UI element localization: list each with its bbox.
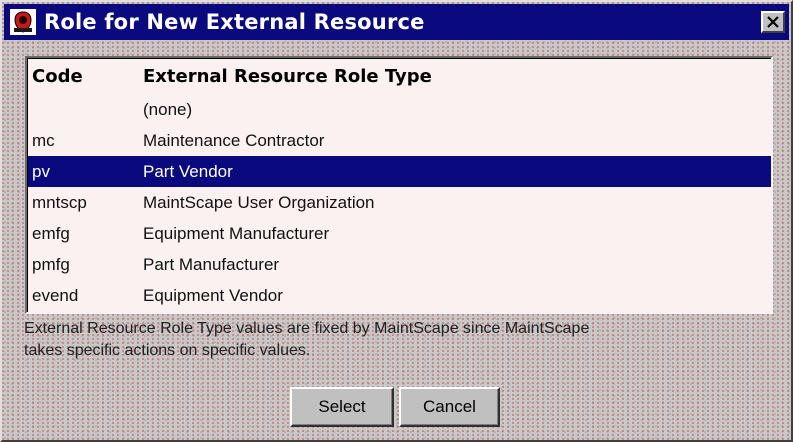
app-shield-icon (10, 9, 36, 35)
close-button[interactable] (761, 11, 785, 33)
list-item[interactable]: mntscp MaintScape User Organization (28, 187, 771, 218)
info-note: External Resource Role Type values are f… (24, 318, 774, 362)
list-item[interactable]: pmfg Part Manufacturer (28, 249, 771, 280)
row-code: mc (32, 130, 55, 150)
header-code: Code (32, 66, 83, 87)
note-line-2: takes specific actions on specific value… (24, 342, 311, 359)
cancel-button[interactable]: Cancel (399, 387, 500, 427)
list-header: Code External Resource Role Type (28, 59, 771, 94)
title-bar[interactable]: Role for New External Resource (4, 4, 789, 40)
list-item-selected[interactable]: pv Part Vendor (28, 156, 771, 187)
list-frame: Code External Resource Role Type (none) … (27, 58, 771, 312)
list-item[interactable]: (none) (28, 94, 771, 125)
row-role-type: Part Manufacturer (143, 254, 280, 274)
row-role-type: Equipment Manufacturer (143, 223, 330, 243)
row-code: pmfg (32, 254, 70, 274)
row-code: emfg (32, 223, 70, 243)
role-type-list[interactable]: Code External Resource Role Type (none) … (25, 56, 773, 314)
list-item[interactable]: mc Maintenance Contractor (28, 125, 771, 156)
header-role-type: External Resource Role Type (143, 66, 432, 87)
row-code: pv (32, 161, 50, 181)
row-code: mntscp (32, 192, 87, 212)
row-role-type: (none) (143, 99, 193, 119)
dialog-window: Role for New External Resource Code Exte… (0, 0, 793, 442)
select-button[interactable]: Select (290, 387, 394, 427)
list-item[interactable]: emfg Equipment Manufacturer (28, 218, 771, 249)
window-title: Role for New External Resource (44, 10, 425, 34)
row-role-type: MaintScape User Organization (143, 192, 375, 212)
row-code: evend (32, 285, 79, 305)
row-role-type: Equipment Vendor (143, 285, 283, 305)
row-role-type: Maintenance Contractor (143, 130, 325, 150)
row-role-type: Part Vendor (143, 161, 233, 181)
close-x-icon (767, 16, 779, 28)
list-item[interactable]: evend Equipment Vendor (28, 280, 771, 311)
note-line-1: External Resource Role Type values are f… (24, 320, 590, 337)
